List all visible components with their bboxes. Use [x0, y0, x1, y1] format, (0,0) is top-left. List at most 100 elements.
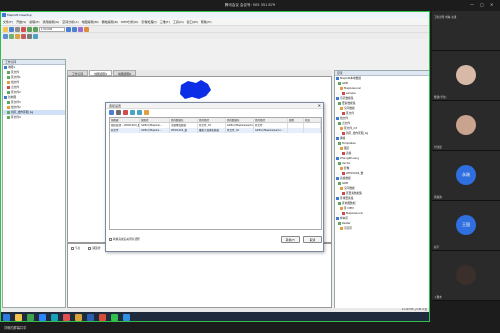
folder-icon[interactable] — [75, 314, 82, 321]
option-node[interactable]: 节点 — [71, 246, 80, 250]
browser-icon[interactable] — [27, 314, 34, 321]
dialog-close-icon[interactable]: ✕ — [318, 103, 321, 109]
print-icon[interactable] — [15, 26, 20, 32]
delete-icon[interactable] — [21, 26, 26, 32]
avatar: 永刚 — [456, 165, 476, 185]
undo-icon[interactable] — [27, 26, 32, 32]
qq-icon[interactable] — [123, 314, 130, 321]
participant-tile[interactable]: 付沈晨 — [432, 101, 500, 151]
minimize-icon[interactable]: — — [470, 2, 474, 7]
menu-start[interactable]: 开始(S) — [16, 20, 26, 24]
tree-item[interactable]: 区文件4 — [3, 115, 65, 120]
catalog-item[interactable]: 示范区 — [335, 226, 429, 231]
folder-icon — [338, 82, 341, 85]
scale-field[interactable]: 1:50,000 — [39, 26, 65, 32]
close-icon[interactable]: ✕ — [490, 2, 493, 7]
query-icon[interactable] — [33, 33, 38, 39]
checkbox[interactable] — [88, 246, 92, 250]
option-arc[interactable]: 圆弧状 — [88, 246, 100, 250]
participant-name: 赵宇 — [434, 246, 440, 249]
checkbox[interactable] — [71, 246, 74, 250]
redo-icon[interactable] — [33, 26, 38, 32]
folder-icon — [336, 77, 339, 80]
file-explorer-icon[interactable] — [15, 314, 22, 321]
table-row[interactable]: 原文件 GDB:///MapGis... WD01004_数 重数大规模化数据 … — [110, 128, 321, 133]
layer-icon — [7, 111, 10, 114]
folder-icon — [342, 132, 345, 135]
start-icon[interactable] — [3, 314, 10, 321]
folder-icon — [338, 222, 341, 225]
folder-icon — [342, 152, 345, 155]
attribute-icon[interactable] — [15, 33, 20, 39]
participant-tile[interactable]: 卜雅丰 — [432, 251, 500, 301]
folder-icon — [342, 212, 345, 215]
folder-icon — [340, 107, 343, 110]
measure-icon[interactable] — [21, 33, 26, 39]
folder-icon — [340, 127, 343, 130]
menu-3d[interactable]: 三维(T) — [160, 20, 170, 24]
menu-tools[interactable]: 工具(O) — [173, 20, 184, 24]
menu-bar: 文件(F) 开始(S) 编辑(E) 通用编辑(G) 空间分析(A) 地图编辑(M… — [1, 18, 429, 25]
chat-icon[interactable] — [111, 314, 118, 321]
folder-icon — [340, 167, 343, 170]
map-icon — [4, 66, 7, 69]
edge-icon[interactable] — [51, 314, 58, 321]
tencent-meeting-icon[interactable] — [39, 314, 46, 321]
layer-icon — [7, 101, 10, 104]
menu-general-edit[interactable]: 通用编辑(G) — [43, 20, 60, 24]
folder-icon — [336, 137, 339, 140]
connection-dialog: 连接设置 ✕ 源数据 源路径 目的数据名 目的路径 目的数据名 目的路径 参数 … — [105, 102, 324, 252]
catalog-item-label: 新区_线作区图_bg — [346, 131, 369, 135]
avatar — [456, 265, 476, 285]
catalog-item-label: 示范区 — [344, 226, 353, 230]
meeting-title: 腾讯会议 会议号: 505 351 879 — [224, 3, 276, 7]
dialog-toolbar — [106, 109, 323, 116]
menu-map-edit[interactable]: 地图编辑(M) — [82, 20, 99, 24]
zoom-out-icon[interactable] — [72, 26, 77, 32]
map-icon — [4, 96, 7, 99]
participant-tile[interactable]: 卫生诊所 刘琳 主讲 — [432, 11, 500, 51]
menu-spatial-analysis[interactable]: 空间分析(A) — [62, 20, 78, 24]
toolbar-2 — [1, 32, 429, 39]
pan-icon[interactable] — [78, 26, 83, 32]
menu-file[interactable]: 文件(F) — [3, 20, 13, 24]
participant-tile[interactable]: 黎建(学生) — [432, 51, 500, 101]
refresh-icon[interactable] — [84, 26, 89, 32]
add-icon[interactable] — [109, 110, 114, 115]
menu-edit[interactable]: 编辑(E) — [29, 20, 39, 24]
catalog-tree: MapGIS本地数据 GDB MapGisLocal sample 示范数据集 要素数据集… — [335, 76, 429, 231]
open-folder-icon[interactable] — [116, 110, 121, 115]
close-after-convert[interactable]: 转换完成后关闭对话框 — [109, 237, 140, 241]
participant-tile[interactable]: 王国 赵宇 — [432, 201, 500, 251]
maximize-icon[interactable]: □ — [480, 2, 484, 7]
move-up-icon[interactable] — [130, 110, 135, 115]
menu-window[interactable]: 窗口(W) — [187, 20, 198, 24]
layer-icon — [7, 76, 10, 79]
menu-raster-edit[interactable]: 栅格编辑(R) — [102, 20, 118, 24]
menu-image[interactable]: 影像处理(I) — [141, 20, 156, 24]
toolbar-1: 1:50,000 — [1, 25, 429, 32]
open-icon[interactable] — [3, 26, 8, 32]
cancel-button[interactable]: 取消 — [303, 236, 322, 243]
move-down-icon[interactable] — [137, 110, 142, 115]
checkbox[interactable] — [109, 237, 112, 241]
folder-icon — [342, 92, 345, 95]
menu-dem[interactable]: DEM分析(D) — [121, 20, 138, 24]
conversion-table: 源数据 源路径 目的数据名 目的路径 目的数据名 目的路径 参数 状态 图形处理… — [109, 117, 322, 230]
menu-help[interactable]: 帮助(H) — [201, 20, 212, 24]
map-polygon[interactable] — [180, 80, 211, 99]
settings-icon[interactable] — [144, 110, 149, 115]
save-icon[interactable] — [9, 26, 14, 32]
folder-icon — [342, 192, 345, 195]
delete-icon[interactable] — [123, 110, 128, 115]
add-layer-icon[interactable] — [9, 33, 14, 39]
identify-icon[interactable] — [27, 33, 32, 39]
mapgis-icon[interactable] — [63, 314, 70, 321]
screen-share-label: 刘琳的屏幕共享 — [4, 326, 27, 330]
participant-tile[interactable]: 永刚 黄秋韵 — [432, 151, 500, 201]
word-icon[interactable] — [87, 314, 94, 321]
convert-button[interactable]: 转换(F) — [281, 236, 300, 243]
wps-icon[interactable] — [99, 314, 106, 321]
select-icon[interactable] — [3, 33, 8, 39]
zoom-in-icon[interactable] — [66, 26, 71, 32]
